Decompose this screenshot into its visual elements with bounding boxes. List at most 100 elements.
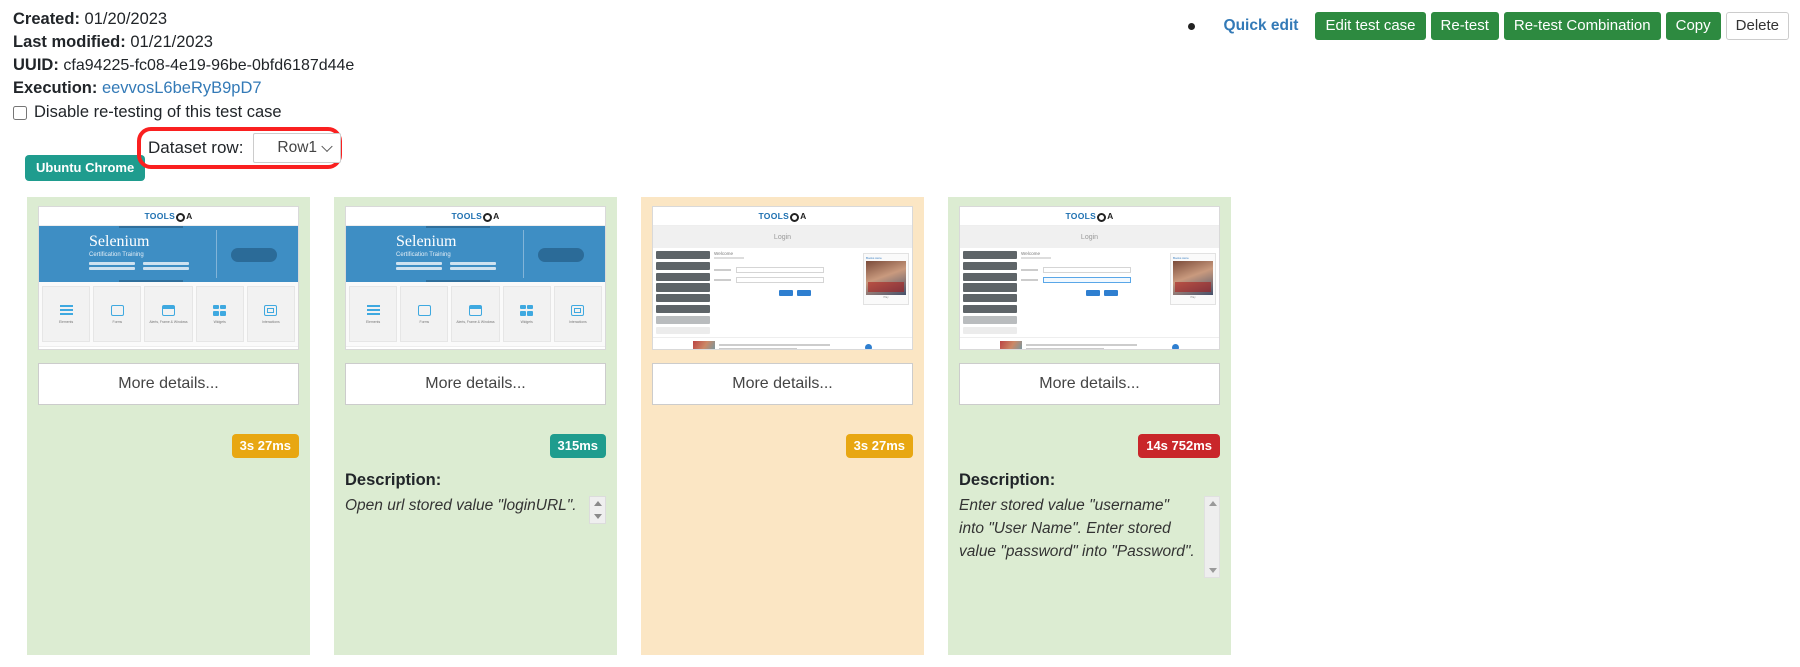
created-label: Created: [13,10,80,28]
thumb-tile: Widgets [195,286,244,342]
bullet-dot-icon [1187,22,1195,30]
thumb-hero-banner: Selenium Certification Training [346,226,605,282]
last-modified-value: 01/21/2023 [130,33,213,51]
thumb-site-header: TOOLS A [346,207,605,226]
thumb-tile: Alerts, Frame & Windows [451,286,500,342]
thumb-tile: Interactions [553,286,603,342]
thumb-sidebar [656,251,710,335]
duration-row: 3s 27ms [652,431,913,461]
re-test-combination-button[interactable]: Re-test Combination [1503,12,1661,40]
toolsqa-logo-icon: TOOLS A [451,211,500,222]
thumb-tile-label: Elements [366,319,381,324]
created-value: 01/20/2023 [84,10,168,28]
thumb-tile-label: Elements [59,319,74,324]
description-text: Enter stored value "username" into "User… [959,497,1195,560]
toolsqa-logo-icon: TOOLS A [144,211,193,222]
duration-row: 14s 752ms [959,431,1220,461]
arrow-down-icon [593,514,602,519]
thumb-ad-strip [39,346,298,349]
quick-edit-link[interactable]: Quick edit [1224,17,1299,35]
thumb-tile-label: Widgets [520,319,533,324]
environment-row: Ubuntu Chrome [25,155,146,181]
duration-badge: 3s 27ms [231,434,299,458]
disable-retesting-label[interactable]: Disable re-testing of this test case [34,103,282,122]
thumb-ad-strip [653,337,912,349]
thumb-tile: Alerts, Frame & Windows [144,286,193,342]
step-card: TOOLS A Selenium Certification Training E… [334,197,617,655]
thumb-tile: Forms [400,286,449,342]
thumb-tile: Forms [93,286,142,342]
thumb-hero-cta [538,248,584,262]
thumb-hero-title: Selenium [89,233,150,250]
thumb-tile: Widgets [502,286,551,342]
step-screenshot-thumbnail[interactable]: TOOLS A Login Welcome Books store Play [652,206,913,350]
thumb-ad-strip [960,337,1219,349]
description-scrollbar[interactable] [1204,496,1220,578]
thumb-login-body: Welcome Books store Play [960,248,1219,337]
thumb-login-buttons [1021,290,1182,296]
thumb-tile-label: Forms [112,319,123,324]
last-modified-row: Last modified: 01/21/2023 [13,31,713,54]
step-screenshot-thumbnail[interactable]: TOOLS A Login Welcome Books store Play [959,206,1220,350]
thumb-page-title: Login [653,226,912,248]
uuid-value: cfa94225-fc08-4e19-96be-0bfd6187d44e [63,57,355,74]
uuid-label: UUID: [13,56,59,74]
thumb-tile-label: Alerts, Frame & Windows [149,319,188,324]
arrow-up-icon [593,501,602,506]
thumb-tile-label: Interactions [569,319,587,324]
disable-retesting-checkbox[interactable] [13,105,27,120]
step-card: TOOLS A Selenium Certification Training E… [27,197,310,655]
thumb-tile: Elements [42,286,91,342]
thumb-login-main: Welcome Books store Play [1021,251,1216,334]
description-text: Open url stored value "loginURL". [345,497,577,514]
re-test-button[interactable]: Re-test [1430,12,1499,40]
disable-retesting-row: Disable re-testing of this test case [13,103,713,122]
description-label: Description: [959,471,1056,489]
thumb-tile-label: Forms [419,319,430,324]
delete-button[interactable]: Delete [1725,12,1789,40]
thumb-hero-banner: Selenium Certification Training [39,226,298,282]
step-screenshot-thumbnail[interactable]: TOOLS A Selenium Certification Training E… [38,206,299,350]
arrow-up-icon [1209,501,1217,506]
dataset-row-label: Dataset row: [148,138,244,157]
description-spinner-control[interactable] [589,496,606,524]
more-details-button[interactable]: More details... [345,363,606,405]
environment-badge[interactable]: Ubuntu Chrome [25,155,146,181]
uuid-row: UUID: cfa94225-fc08-4e19-96be-0bfd6187d4… [13,54,713,77]
thumb-hero-bullets [396,262,506,270]
dataset-row-select[interactable]: Row1 [253,133,341,163]
step-card: TOOLS A Login Welcome Books store Play M… [948,197,1231,655]
execution-row: Execution: eevvosL6beRyB9pD7 [13,77,713,100]
execution-link[interactable]: eevvosL6beRyB9pD7 [102,79,262,97]
thumb-ad-box: Books store Play [1170,253,1216,305]
step-cards-container: TOOLS A Selenium Certification Training E… [0,197,1800,667]
execution-label: Execution: [13,79,98,97]
thumb-site-header: TOOLS A [39,207,298,226]
description-box: Enter stored value "username" into "User… [959,494,1220,578]
thumb-category-tiles: Elements Forms Alerts, Frame & Windows W… [346,282,605,346]
dataset-row-selected-value: Row1 [277,139,318,156]
thumb-hero-title: Selenium [396,233,457,250]
more-details-button[interactable]: More details... [652,363,913,405]
thumb-hero-bullets [89,262,199,270]
more-details-button[interactable]: More details... [959,363,1220,405]
last-modified-label: Last modified: [13,33,126,51]
thumb-tile: Interactions [246,286,296,342]
test-case-metadata: Created: 01/20/2023 Last modified: 01/21… [13,8,713,122]
thumb-sidebar [963,251,1017,335]
duration-badge: 315ms [549,434,606,458]
step-card: TOOLS A Login Welcome Books store Play M… [641,197,924,655]
thumb-hero-cta [231,248,277,262]
copy-button[interactable]: Copy [1665,12,1721,40]
thumb-page-title: Login [960,226,1219,248]
thumb-login-body: Welcome Books store Play [653,248,912,337]
more-details-button[interactable]: More details... [38,363,299,405]
step-screenshot-thumbnail[interactable]: TOOLS A Selenium Certification Training E… [345,206,606,350]
thumb-site-header: TOOLS A [653,207,912,226]
thumb-tile-label: Alerts, Frame & Windows [456,319,495,324]
thumb-tile-label: Interactions [262,319,280,324]
thumb-tile: Elements [349,286,398,342]
edit-test-case-button[interactable]: Edit test case [1315,12,1426,40]
created-row: Created: 01/20/2023 [13,8,713,31]
thumb-ad-strip [346,346,605,349]
